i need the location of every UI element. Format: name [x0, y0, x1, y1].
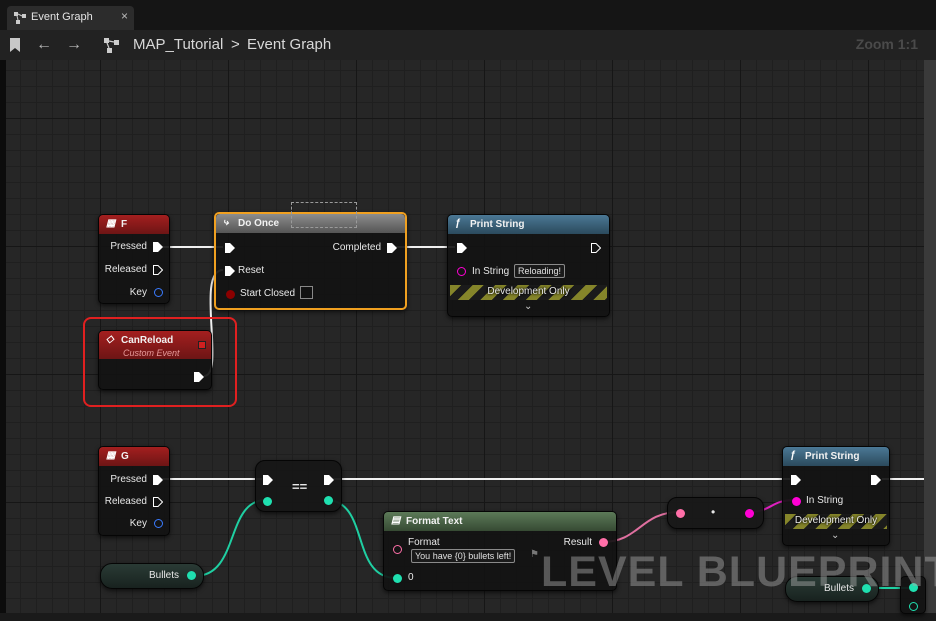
exec-pin-filled-icon[interactable]	[387, 243, 397, 253]
comment-placeholder	[291, 202, 357, 228]
key-g-event-node[interactable]: ▦ G Pressed Released Key	[98, 446, 170, 536]
print-string-node[interactable]: ƒ Print String In String Reloading! Deve…	[447, 214, 610, 317]
exec-pin-filled-icon[interactable]	[791, 475, 801, 485]
flag-icon[interactable]: ⚑	[530, 549, 539, 560]
exec-pin-filled-icon[interactable]	[153, 475, 163, 485]
string-pin-icon[interactable]	[745, 509, 754, 518]
variable-label: Bullets	[148, 570, 179, 581]
pin-label-pressed: Pressed	[110, 241, 147, 252]
integer-wire	[194, 499, 267, 577]
equals-node[interactable]: ==	[255, 460, 342, 512]
node-title: G	[121, 451, 129, 462]
pin-label-in-string: In String	[472, 266, 510, 277]
highlight-box	[83, 317, 237, 407]
pin-label-completed: Completed	[332, 242, 381, 253]
pin-label-key: Key	[129, 518, 147, 529]
function-icon: ƒ	[790, 450, 796, 461]
conversion-node[interactable]: •	[667, 497, 764, 529]
struct-pin-icon[interactable]	[154, 519, 163, 528]
node-header: ▦ F	[99, 215, 169, 234]
integer-pin-icon[interactable]	[263, 497, 272, 506]
exec-pin-filled-icon[interactable]	[324, 475, 334, 485]
node-header: ▦ G	[99, 447, 169, 466]
pin-label-arg0: 0	[408, 572, 414, 583]
pin-label-in-string: In String	[806, 495, 844, 506]
exec-pin-filled-icon[interactable]	[153, 242, 163, 252]
chevron-down-icon[interactable]: ⌄	[831, 530, 839, 541]
node-title: Do Once	[238, 218, 280, 229]
node-title: Format Text	[406, 516, 463, 527]
node-title: Print String	[805, 451, 860, 462]
node-title: Print String	[470, 219, 525, 230]
node-header: ƒ Print String	[783, 447, 889, 466]
exec-pin-filled-icon[interactable]	[263, 475, 273, 485]
keyboard-icon: ▦	[106, 450, 116, 461]
equals-operator: ==	[292, 479, 308, 494]
node-header: ƒ Print String	[448, 215, 609, 234]
string-pin-icon[interactable]	[457, 267, 466, 276]
string-pin-icon[interactable]	[792, 497, 801, 506]
exec-pin-icon[interactable]	[591, 243, 601, 253]
bullets-variable-node[interactable]: Bullets	[100, 563, 204, 589]
text-pin-icon[interactable]	[599, 538, 608, 547]
format-value[interactable]: You have {0} bullets left!	[411, 549, 516, 563]
development-only-label: Development Only	[794, 515, 878, 526]
exec-pin-filled-icon[interactable]	[871, 475, 881, 485]
start-closed-checkbox[interactable]	[300, 286, 313, 299]
development-only-banner: Development Only	[450, 285, 607, 300]
in-string-value[interactable]: Reloading!	[514, 264, 566, 278]
pin-label-format: Format	[408, 537, 440, 548]
flow-control-icon: ⤷	[223, 217, 229, 228]
pin-label-result: Result	[563, 537, 592, 548]
integer-pin-icon[interactable]	[187, 571, 196, 580]
integer-pin-icon[interactable]	[324, 496, 333, 505]
struct-pin-icon[interactable]	[154, 288, 163, 297]
development-only-banner: Development Only	[785, 514, 887, 529]
exec-pin-filled-icon[interactable]	[457, 243, 467, 253]
pin-label-released: Released	[104, 264, 147, 275]
keyboard-icon: ▦	[106, 218, 116, 229]
pin-label-key: Key	[129, 287, 147, 298]
watermark-level-blueprint: LEVEL BLUEPRINT	[541, 548, 936, 596]
integer-pin-icon[interactable]	[393, 574, 402, 583]
pin-label-pressed: Pressed	[110, 474, 147, 485]
node-title: F	[121, 219, 128, 230]
exec-pin-filled-icon[interactable]	[225, 266, 235, 276]
node-header: ▤ Format Text	[384, 512, 616, 531]
function-icon: ƒ	[455, 218, 461, 229]
pin-label-start-closed: Start Closed	[240, 288, 296, 299]
exec-pin-icon[interactable]	[153, 497, 163, 507]
key-f-event-node[interactable]: ▦ F Pressed Released Key	[98, 214, 170, 304]
print-string-node[interactable]: ƒ Print String In String Development Onl…	[782, 446, 890, 546]
pin-label-released: Released	[104, 496, 147, 507]
conversion-dot: •	[711, 505, 716, 519]
bool-pin-icon[interactable]	[226, 290, 235, 299]
exec-pin-filled-icon[interactable]	[225, 243, 235, 253]
integer-pin-icon[interactable]	[909, 602, 918, 611]
text-icon: ▤	[391, 515, 401, 526]
exec-pin-icon[interactable]	[153, 265, 163, 275]
development-only-label: Development Only	[487, 286, 570, 297]
pin-label-reset: Reset	[238, 265, 265, 276]
chevron-down-icon[interactable]: ⌄	[524, 301, 532, 312]
text-pin-icon[interactable]	[676, 509, 685, 518]
text-pin-icon[interactable]	[393, 545, 402, 554]
